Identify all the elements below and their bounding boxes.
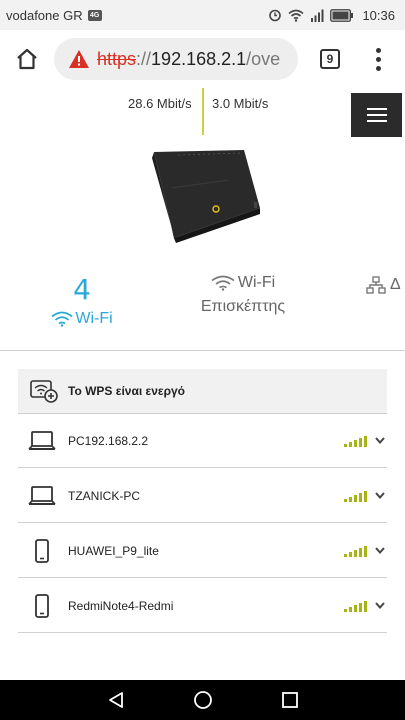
tab-count: 9	[320, 49, 340, 69]
laptop-icon	[28, 430, 56, 450]
alarm-icon	[269, 9, 282, 22]
system-navigation-bar	[0, 680, 405, 720]
back-icon[interactable]	[107, 691, 125, 709]
url-host: 192.168.2.1	[151, 48, 247, 69]
chevron-down-icon[interactable]	[373, 544, 387, 558]
url-scheme: https	[97, 48, 137, 69]
router-overview-page: 28.6 Mbit/s 3.0 Mbit/s 4 Wi-Fi Wi-Fi Επι…	[0, 88, 405, 680]
phone-icon	[35, 593, 49, 618]
device-row[interactable]: TZANICK-PC	[18, 469, 387, 523]
network-icon	[366, 276, 386, 294]
laptop-icon	[28, 485, 56, 505]
wps-status-text: Το WPS είναι ενεργό	[68, 384, 186, 398]
wifi-status-icon	[288, 9, 304, 22]
device-row[interactable]: RedmiNote4-Redmi	[18, 579, 387, 633]
guest-wifi-label-line2: Επισκέπτης	[200, 298, 286, 315]
speed-divider	[202, 88, 204, 135]
browser-toolbar: https://192.168.2.1/ove 9	[0, 30, 405, 88]
not-secure-warning-icon	[69, 50, 89, 68]
section-divider	[0, 350, 405, 351]
guest-wifi-icon	[211, 275, 235, 291]
wifi-stat-label: Wi-Fi	[75, 310, 113, 327]
signal-strength-icon	[344, 600, 367, 612]
device-row[interactable]: PC192.168.2.2	[18, 414, 387, 468]
home-button[interactable]	[0, 30, 54, 88]
network-type-icon: 4G	[87, 9, 102, 21]
wps-icon	[30, 380, 58, 403]
battery-icon	[330, 8, 354, 22]
chevron-down-icon[interactable]	[373, 434, 387, 448]
url-path: /ove	[246, 48, 281, 69]
url-text: https://192.168.2.1/ove	[97, 49, 280, 70]
signal-strength-icon	[344, 435, 367, 447]
cell-signal-icon	[311, 9, 324, 22]
home-nav-icon[interactable]	[193, 690, 213, 710]
device-name: TZANICK-PC	[68, 488, 140, 503]
signal-strength-icon	[344, 545, 367, 557]
signal-strength-icon	[344, 490, 367, 502]
url-bar[interactable]: https://192.168.2.1/ove	[54, 38, 298, 80]
browser-menu-button[interactable]	[358, 30, 398, 88]
speed-header: 28.6 Mbit/s 3.0 Mbit/s	[0, 88, 405, 136]
chevron-down-icon[interactable]	[373, 489, 387, 503]
url-separator: ://	[136, 48, 152, 69]
router-image	[152, 150, 260, 243]
device-row[interactable]: HUAWEI_P9_lite	[18, 524, 387, 578]
clock: 10:36	[362, 7, 395, 23]
status-bar: vodafone GR 4G 10:36	[0, 0, 405, 30]
phone-icon	[35, 538, 49, 563]
upload-speed: 3.0 Mbit/s	[212, 96, 269, 111]
status-icons: 10:36	[268, 8, 395, 23]
download-speed: 28.6 Mbit/s	[128, 96, 192, 111]
recents-icon[interactable]	[281, 691, 299, 709]
tab-switcher-button[interactable]: 9	[302, 30, 358, 88]
carrier-name: vodafone GR	[6, 7, 83, 23]
more-vert-icon	[375, 47, 381, 71]
screen: vodafone GR 4G 10:36 https://192.168.2.1…	[0, 0, 405, 720]
lan-devices-stat[interactable]: Δ	[366, 276, 401, 294]
home-icon	[17, 48, 37, 70]
device-name: HUAWEI_P9_lite	[68, 543, 159, 558]
guest-wifi-stat[interactable]: Wi-Fi Επισκέπτης	[188, 274, 298, 316]
wifi-devices-stat[interactable]: 4 Wi-Fi	[42, 274, 122, 328]
lan-stat-label: Δ	[390, 276, 401, 293]
device-name: RedmiNote4-Redmi	[68, 598, 174, 613]
hamburger-menu-button[interactable]	[351, 93, 402, 137]
wifi-device-count: 4	[73, 273, 91, 306]
device-name: PC192.168.2.2	[68, 433, 149, 448]
wps-status-row[interactable]: Το WPS είναι ενεργό	[18, 369, 387, 414]
wifi-icon	[51, 311, 73, 327]
chevron-down-icon[interactable]	[373, 599, 387, 613]
guest-wifi-label-line1: Wi-Fi	[237, 274, 276, 291]
